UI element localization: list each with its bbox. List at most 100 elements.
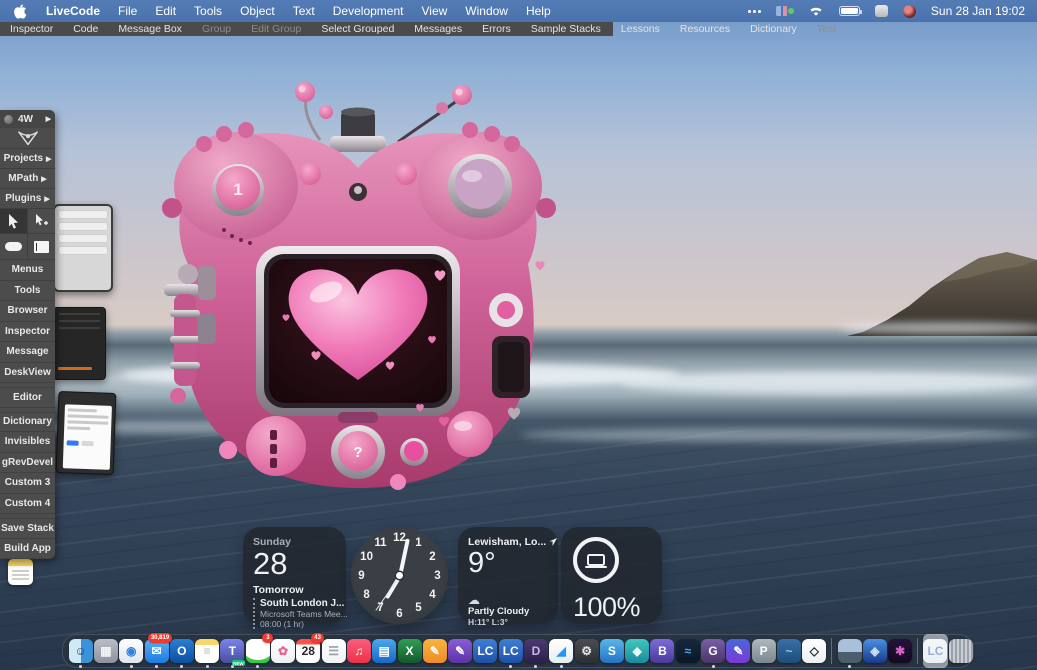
dock-icon-gear-app[interactable]: ⚙ [574,635,599,667]
palette-button-save-stack[interactable]: Save Stack [0,518,55,539]
pointer-plus-tool[interactable] [28,209,56,234]
weather-widget[interactable]: Lewisham, Lo... 9° ☁ Partly Cloudy H:11°… [458,527,558,624]
palette-header[interactable]: 4W ▶ [0,110,55,128]
toolbar-item-dictionary[interactable]: Dictionary [740,23,807,35]
pointer-tool[interactable] [0,209,28,234]
dock-icon-divider-2[interactable] [913,635,923,667]
dock-icon-finder[interactable]: ☺ [68,635,93,667]
palette-flyout-plugins[interactable]: Plugins ▶ [0,189,55,209]
palette-button-browser[interactable]: Browser [0,301,55,322]
dock-icon-postgres[interactable]: P [751,635,776,667]
dock-icon-b-app[interactable]: B [650,635,675,667]
palette-flyout-projects[interactable]: Projects ▶ [0,149,55,169]
menu-item-tools[interactable]: Tools [185,0,231,22]
palette-button-dictionary[interactable]: Dictionary [0,412,55,433]
menu-item-help[interactable]: Help [517,0,560,22]
dock-icon-pen-app[interactable]: ✎ [726,635,751,667]
dock-icon-build-tool[interactable]: ◆ [625,635,650,667]
dock-icon-s-app[interactable]: S [599,635,624,667]
toolbar-item-message-box[interactable]: Message Box [108,23,192,35]
window-thumbnail-editor[interactable] [53,307,106,380]
dock-icon-minimized-window[interactable] [837,635,862,667]
dock-icon-photos[interactable]: ✿ [270,635,295,667]
dock-icon-livecode-document[interactable]: LC [923,635,948,667]
window-thumbnail-dialog[interactable] [56,391,117,475]
battery-widget[interactable]: 100% [561,527,662,624]
menu-item-text[interactable]: Text [284,0,324,22]
dock-icon-mysql[interactable]: ~ [776,635,801,667]
dock-icon-reminders[interactable]: ☰ [321,635,346,667]
notes-file-icon[interactable] [8,559,33,585]
wifi-icon[interactable] [808,6,824,17]
dock-icon-excel[interactable]: X [397,635,422,667]
dock-icon-d-app[interactable]: D [523,635,548,667]
more-icon[interactable] [748,10,761,13]
dock-icon-vscode[interactable]: ◢ [549,635,574,667]
menu-bar-clock[interactable]: Sun 28 Jan 19:02 [931,4,1025,18]
apple-menu[interactable] [0,4,37,19]
window-thumbnail-preferences[interactable] [53,204,113,292]
dock-icon-trash[interactable] [948,635,973,667]
toolbar-item-edit-group[interactable]: Edit Group [241,23,311,35]
pills-status-icon[interactable] [776,6,793,16]
dock-icon-drawing-app[interactable]: ✎ [447,635,472,667]
dock-icon-layers-app[interactable]: ◈ [862,635,887,667]
dock-icon-launchpad[interactable]: ▦ [93,635,118,667]
palette-button-custom-4[interactable]: Custom 4 [0,494,55,515]
menu-item-file[interactable]: File [109,0,146,22]
palette-collapse-dot[interactable] [4,115,13,124]
menu-item-view[interactable]: View [412,0,456,22]
menu-item-edit[interactable]: Edit [146,0,185,22]
toolbar-item-code[interactable]: Code [63,23,108,35]
field-tool[interactable] [28,234,56,259]
dock-icon-mail[interactable]: 30,819 ✉ [144,635,169,667]
calendar-widget[interactable]: Sunday 28 Tomorrow South London J... Mic… [243,527,346,624]
toolbar-item-inspector[interactable]: Inspector [0,23,63,35]
toolbar-item-test[interactable]: Test [807,23,846,35]
palette-button-deskview[interactable]: DeskView [0,363,55,384]
toolbar-item-lessons[interactable]: Lessons [611,23,670,35]
dock-icon-messages[interactable]: 3 [245,635,270,667]
dock-icon-livecode-1[interactable]: LC [473,635,498,667]
menu-item-object[interactable]: Object [231,0,284,22]
dock-icon-calendar[interactable]: 43 28 [296,635,321,667]
clock-widget[interactable]: 123456789101112 [351,527,448,624]
toolbar-item-select-grouped[interactable]: Select Grouped [311,23,404,35]
toolbar-item-group[interactable]: Group [192,23,241,35]
dock-icon-pages[interactable]: ✎ [422,635,447,667]
menu-item-development[interactable]: Development [324,0,413,22]
toolbar-item-messages[interactable]: Messages [404,23,472,35]
button-tool[interactable] [0,234,28,259]
palette-button-build-app[interactable]: Build App [0,539,55,560]
dock-icon-outlook[interactable]: O [169,635,194,667]
palette-button-message[interactable]: Message [0,342,55,363]
palette-button-tools[interactable]: Tools [0,281,55,302]
dock-icon-github[interactable]: G [700,635,725,667]
dock-icon-music[interactable]: ♫ [346,635,371,667]
palette-button-menus[interactable]: Menus [0,260,55,281]
toolbar-item-resources[interactable]: Resources [670,23,740,35]
palette-button-invisibles[interactable]: Invisibles [0,432,55,453]
palette-button-grevdevel[interactable]: gRevDevel [0,453,55,474]
palette-header-arrow-icon[interactable]: ▶ [46,115,51,123]
toolbar-item-sample-stacks[interactable]: Sample Stacks [521,23,611,35]
dock-icon-safari[interactable]: ◉ [119,635,144,667]
palette-button-custom-3[interactable]: Custom 3 [0,473,55,494]
palette-button-inspector[interactable]: Inspector [0,322,55,343]
livecode-logo[interactable] [0,128,55,149]
dock-icon-notes[interactable]: ≡ [194,635,219,667]
dock-icon-divider-1[interactable] [827,635,837,667]
dock-icon-livecode-2[interactable]: LC [498,635,523,667]
dock-icon-affinity-photo[interactable]: ✱ [888,635,913,667]
dock-icon-teams[interactable]: T NEW [220,635,245,667]
dock-icon-keynote[interactable]: ▤ [372,635,397,667]
battery-icon[interactable] [839,6,860,16]
menu-app-name[interactable]: LiveCode [37,4,109,18]
toolbar-item-errors[interactable]: Errors [472,23,521,35]
palette-button-editor[interactable]: Editor [0,387,55,408]
dock-icon-hex-app[interactable]: ◇ [802,635,827,667]
menu-item-window[interactable]: Window [456,0,517,22]
menubar-camera-icon[interactable] [903,5,916,18]
dock-icon-streamline-app[interactable]: ≈ [675,635,700,667]
palette-flyout-mpath[interactable]: MPath ▶ [0,169,55,189]
